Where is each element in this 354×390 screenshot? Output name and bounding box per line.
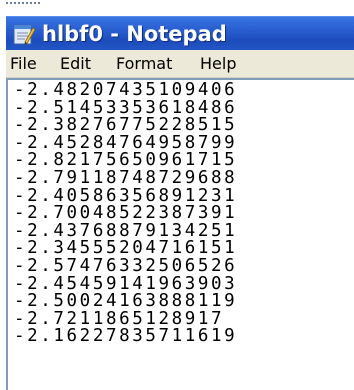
window-title: hlbf0 - Notepad xyxy=(42,22,227,46)
notepad-icon xyxy=(13,24,36,45)
title-bar[interactable]: hlbf0 - Notepad xyxy=(6,16,354,51)
menu-edit[interactable]: Edit xyxy=(60,50,91,78)
editor-content[interactable]: -2.48207435109406 -2.51453353618486 -2.3… xyxy=(14,80,334,364)
notepad-window: hlbf0 - Notepad File Edit Format Help -2… xyxy=(0,0,354,390)
text-editor-area[interactable]: -2.48207435109406 -2.51453353618486 -2.3… xyxy=(6,78,354,390)
text-line: -2.79118748729688 xyxy=(14,167,238,188)
text-line: -2.16227835711619 xyxy=(14,326,238,347)
menu-bar: File Edit Format Help xyxy=(6,50,354,78)
empty-line xyxy=(14,346,334,364)
text-line: -2.48207435109406 xyxy=(14,80,238,100)
menu-file[interactable]: File xyxy=(10,50,37,78)
menu-format[interactable]: Format xyxy=(116,50,172,78)
menu-help[interactable]: Help xyxy=(200,50,236,78)
window-top-strip xyxy=(0,0,354,16)
text-line: -2.57476332506526 xyxy=(14,255,238,276)
top-strip-marking xyxy=(6,2,40,9)
